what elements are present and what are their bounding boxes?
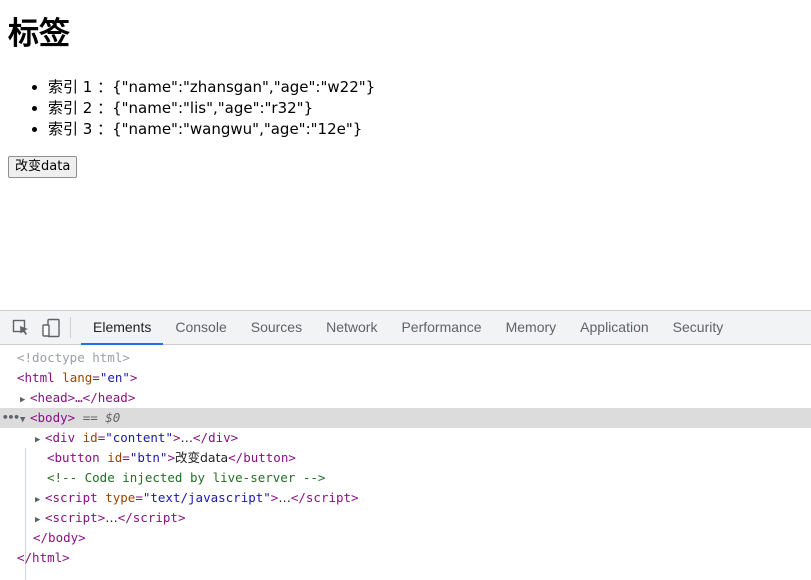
expand-triangle-icon[interactable]: ▶: [35, 510, 45, 530]
tab-elements[interactable]: Elements: [81, 311, 164, 345]
tab-application[interactable]: Application: [568, 311, 661, 344]
tab-performance[interactable]: Performance: [389, 311, 493, 344]
list-item: 索引 3 ：{"name":"wangwu","age":"12e"}: [48, 119, 375, 140]
devtools-tabs: Elements Console Sources Network Perform…: [81, 311, 736, 345]
dom-node-script-js[interactable]: ▶ <script type="text/javascript">…</scrip…: [0, 488, 811, 508]
devtools-toolbar: Elements Console Sources Network Perform…: [0, 310, 811, 345]
toolbar-divider: [70, 317, 71, 338]
collapse-triangle-icon[interactable]: ▼: [20, 410, 30, 430]
dom-node-div-content[interactable]: ▶ <div id="content">…</div>: [0, 428, 811, 448]
dom-node-head[interactable]: ▶ <head>…</head>: [0, 388, 811, 408]
dom-node-body[interactable]: ••• ▼ <body> == $0: [0, 408, 811, 428]
change-data-button[interactable]: 改变data: [8, 156, 78, 178]
selected-node-marker: == $0: [82, 410, 121, 425]
list-item: 索引 1 ：{"name":"zhansgan","age":"w22"}: [48, 77, 375, 98]
dom-node-html[interactable]: <html lang="en">: [0, 368, 811, 388]
list-item: 索引 2 ：{"name":"lis","age":"r32"}: [48, 98, 375, 119]
dom-node-button[interactable]: <button id="btn">改变data</button>: [0, 448, 811, 468]
item-list: 索引 1 ：{"name":"zhansgan","age":"w22"} 索引…: [8, 77, 375, 140]
tab-network[interactable]: Network: [314, 311, 389, 344]
dom-node-script[interactable]: ▶ <script>…</script>: [0, 508, 811, 528]
devtools-panel: Elements Console Sources Network Perform…: [0, 310, 811, 580]
page-heading: 标签: [8, 16, 70, 52]
dom-node-comment[interactable]: <!-- Code injected by live-server -->: [0, 468, 811, 488]
expand-triangle-icon[interactable]: ▶: [20, 390, 30, 410]
device-toggle-icon[interactable]: [36, 311, 66, 344]
expand-triangle-icon[interactable]: ▶: [35, 490, 45, 510]
page-viewport: 标签 索引 1 ：{"name":"zhansgan","age":"w22"}…: [0, 0, 811, 310]
tab-console[interactable]: Console: [163, 311, 238, 344]
dom-node-body-close[interactable]: </body>: [0, 528, 811, 548]
tab-sources[interactable]: Sources: [239, 311, 314, 344]
more-actions-icon[interactable]: •••: [2, 408, 20, 428]
dom-tree: <!doctype html> <html lang="en"> ▶ <head>…: [0, 345, 811, 580]
tab-security[interactable]: Security: [661, 311, 736, 344]
expand-triangle-icon[interactable]: ▶: [35, 430, 45, 450]
tab-memory[interactable]: Memory: [494, 311, 569, 344]
inspect-element-icon[interactable]: [6, 311, 36, 344]
dom-node-doctype[interactable]: <!doctype html>: [0, 348, 811, 368]
dom-node-html-close[interactable]: </html>: [0, 548, 811, 568]
